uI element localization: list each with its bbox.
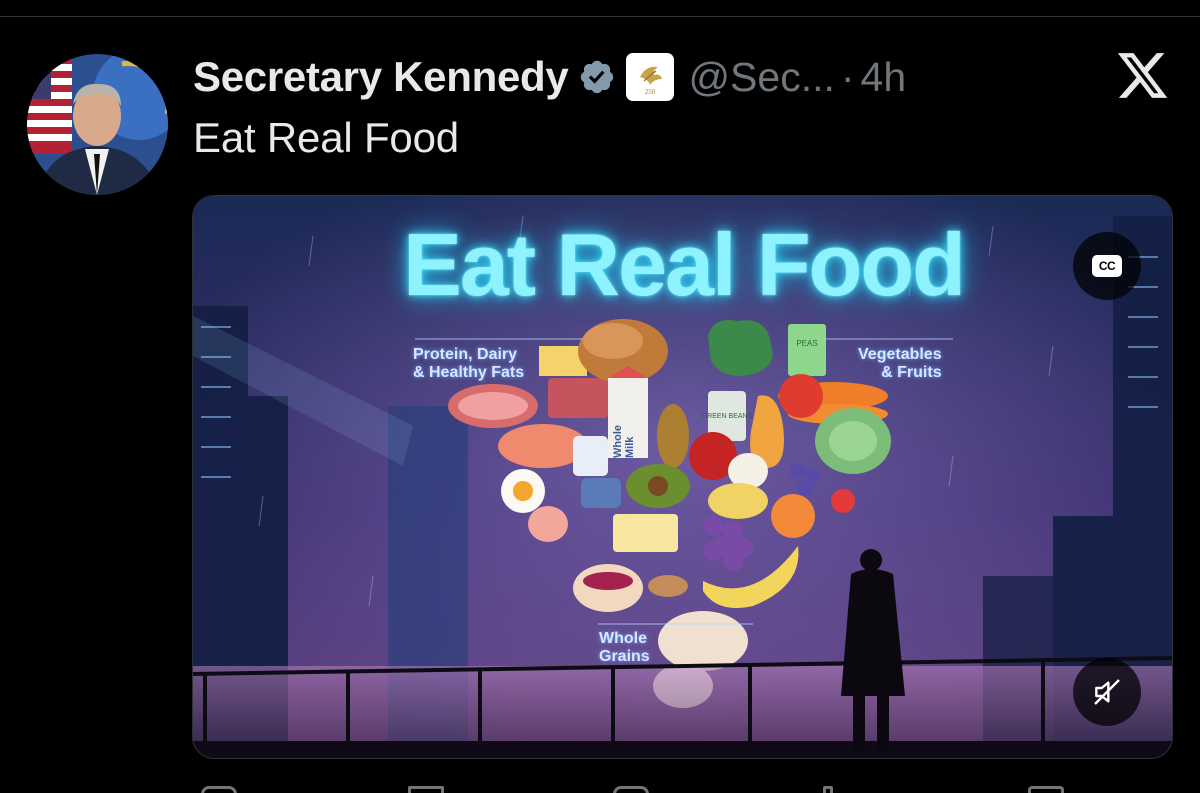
post-header: Secretary Kennedy 250 @Sec... · 4h: [193, 50, 906, 104]
user-handle[interactable]: @Sec...: [688, 54, 834, 101]
like-icon[interactable]: [613, 786, 649, 793]
milk-carton-label-1: Whole: [612, 425, 624, 458]
label-grains: Whole Grains: [599, 630, 650, 666]
post-text: Eat Real Food: [193, 114, 459, 161]
affiliate-badge-text: 250: [645, 88, 656, 96]
label-veg-line1: Vegetables: [858, 346, 942, 363]
closed-captions-icon: CC: [1092, 255, 1122, 277]
separator-dot: ·: [840, 53, 855, 100]
can-label: GREEN BEANS: [702, 413, 753, 420]
video-title: Eat Real Food: [403, 215, 966, 314]
closed-captions-button[interactable]: CC: [1073, 232, 1141, 300]
label-veg-line2: & Fruits: [881, 364, 942, 381]
display-name[interactable]: Secretary Kennedy: [193, 53, 569, 101]
label-grains-line1: Whole: [599, 630, 647, 647]
label-protein-line1: Protein, Dairy: [413, 346, 518, 363]
top-divider: [0, 16, 1200, 17]
milk-carton-label-2: Milk: [624, 436, 636, 458]
label-protein: Protein, Dairy & Healthy Fats: [413, 346, 524, 382]
label-protein-line2: & Healthy Fats: [413, 364, 525, 381]
bookmark-icon[interactable]: [1028, 786, 1064, 793]
muted-speaker-icon: [1094, 679, 1120, 705]
peas-label: PEAS: [796, 339, 817, 348]
mute-toggle-button[interactable]: [1073, 658, 1141, 726]
affiliate-badge-icon[interactable]: 250: [626, 53, 675, 101]
label-vegetables: Vegetables & Fruits: [858, 346, 942, 382]
action-bar: [193, 780, 1173, 793]
video-player[interactable]: Whole Milk GREEN BEANS PEAS Eat Real Foo…: [192, 195, 1173, 759]
reply-icon[interactable]: [201, 786, 237, 793]
repost-icon[interactable]: [408, 786, 444, 793]
verified-badge-icon: [578, 58, 616, 96]
views-icon[interactable]: [823, 786, 833, 793]
x-logo-icon[interactable]: [1115, 48, 1170, 103]
post-timestamp[interactable]: 4h: [861, 54, 907, 101]
label-grains-line2: Grains: [599, 648, 650, 665]
avatar[interactable]: [27, 54, 168, 195]
